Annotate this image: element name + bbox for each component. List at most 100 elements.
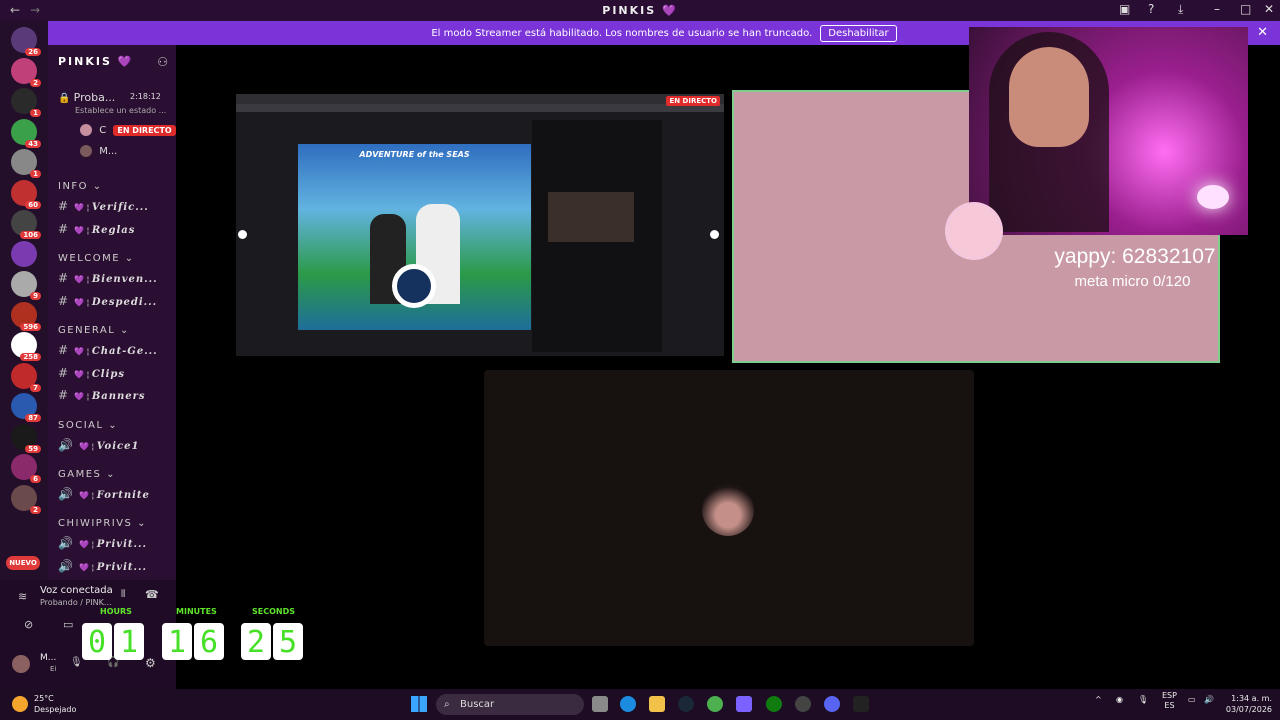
new-badge[interactable]: NUEVO — [6, 556, 40, 570]
user-status: Ei — [50, 665, 57, 673]
screen-share-icon[interactable]: ▭ — [63, 618, 73, 631]
screen-share-stream[interactable]: EN DIRECTO ADVENTURE of the SEAS — [236, 94, 724, 356]
soundboard-icon[interactable]: ⫴ — [121, 589, 125, 600]
channel-item[interactable]: # 💜 ¦ Chat-Ge... — [58, 343, 158, 357]
xbox-icon[interactable] — [766, 696, 782, 712]
edge-icon[interactable] — [620, 696, 636, 712]
heart-icon: 💜 ¦ — [74, 392, 92, 401]
close-window-icon[interactable]: ✕ — [1264, 2, 1274, 16]
channel-item[interactable]: 🔊 💜 ¦ Privit... — [58, 536, 147, 550]
server-icon[interactable]: 26 — [11, 27, 41, 56]
epic-games-icon[interactable] — [853, 696, 869, 712]
category-welcome[interactable]: WELCOME ⌄ — [58, 253, 135, 264]
server-icon[interactable]: 43 — [11, 118, 41, 148]
mention-badge: 6 — [30, 475, 41, 483]
server-icon[interactable]: 87 — [11, 393, 41, 422]
language-indicator[interactable]: ESP ES — [1162, 691, 1177, 711]
obs-icon[interactable] — [795, 696, 811, 712]
channel-item[interactable]: 🔊 💜 ¦ Voice1 — [58, 438, 139, 452]
chevron-down-icon: ⌄ — [103, 420, 119, 431]
disable-streamer-button[interactable]: Deshabilitar — [820, 24, 897, 42]
display-icon[interactable]: ▭ — [1188, 695, 1196, 704]
heart-icon: 💜 ¦ — [74, 369, 92, 379]
category-general[interactable]: GENERAL ⌄ — [58, 325, 130, 336]
weather-sun-icon — [12, 696, 28, 712]
avatar[interactable] — [12, 655, 30, 673]
voice-member-1[interactable]: C EN DIRECTO — [80, 124, 176, 136]
add-member-icon[interactable]: ⚇ — [157, 55, 168, 69]
server-icon[interactable]: 1 — [11, 149, 41, 178]
server-icon[interactable]: 60 — [11, 179, 41, 209]
mention-badge: 87 — [25, 414, 41, 422]
channel-item[interactable]: # 💜 ¦ Reglas — [58, 222, 135, 236]
heart-icon: 💜 ¦ — [78, 540, 97, 549]
category-social[interactable]: SOCIAL ⌄ — [58, 420, 118, 431]
channel-item[interactable]: # 💜 ¦ Banners — [58, 388, 146, 402]
server-icon[interactable]: 1 — [11, 88, 41, 117]
heart-icon: 💜 ¦ — [78, 442, 97, 451]
volume-icon[interactable]: 🔊 — [1204, 695, 1214, 704]
maximize-icon[interactable]: □ — [1240, 2, 1251, 16]
inbox-icon[interactable]: ▣ — [1119, 2, 1130, 16]
voice-status[interactable]: Establece un estado ... — [75, 106, 166, 115]
app-icon[interactable] — [736, 696, 752, 712]
channel-item[interactable]: # 💜 ¦ Despedi... — [58, 294, 157, 308]
server-icon[interactable]: 6 — [11, 454, 41, 483]
server-icon[interactable]: 7 — [11, 362, 41, 392]
discord-icon[interactable] — [824, 696, 840, 712]
server-icon[interactable]: 2 — [11, 484, 41, 514]
server-icon[interactable]: 258 — [11, 332, 41, 361]
mention-badge: 9 — [30, 292, 41, 300]
category-label: WELCOME — [58, 253, 121, 264]
voice-channel[interactable]: 🔒 Proba... 2:18:12 — [58, 91, 161, 104]
weather-widget[interactable]: 25°C Despejado — [34, 693, 76, 715]
channel-item[interactable]: 🔊 💜 ¦ Fortnite — [58, 487, 150, 501]
next-arrow-icon[interactable] — [710, 230, 719, 239]
voice-connected-title[interactable]: Voz conectada — [40, 585, 113, 596]
voice-participant-tile[interactable] — [484, 370, 974, 646]
close-banner-icon[interactable]: ✕ — [1257, 25, 1268, 40]
channel-name: Despedi... — [91, 296, 158, 308]
speaker-icon: 🔊 — [58, 438, 73, 452]
heart-icon: 💜 ¦ — [74, 225, 92, 235]
camera-off-icon[interactable]: ⊘ — [24, 618, 33, 631]
help-icon[interactable]: ? — [1148, 2, 1154, 16]
channel-item[interactable]: # 💜 ¦ Bienven... — [58, 271, 158, 285]
category-label: GENERAL — [58, 325, 116, 336]
server-icon[interactable]: 106 — [11, 210, 41, 239]
hash-icon: # — [58, 199, 69, 213]
file-explorer-icon[interactable] — [649, 696, 665, 712]
server-icon[interactable]: 9 — [11, 271, 41, 300]
voice-channel-name: Proba... — [73, 91, 116, 104]
heart-icon: 💜 ¦ — [74, 347, 92, 356]
server-icon[interactable]: 2 — [11, 57, 41, 87]
microphone-icon[interactable]: 🎙 — [1138, 695, 1148, 704]
channel-item[interactable]: # 💜 ¦ Clips — [58, 366, 125, 380]
taskbar-search[interactable]: ⌕ Buscar — [436, 694, 584, 715]
start-windows-icon[interactable] — [411, 696, 427, 712]
system-clock[interactable]: 1:34 a. m. 03/07/2026 — [1226, 693, 1272, 715]
network-icon[interactable]: ◉ — [1116, 695, 1123, 704]
server-icon[interactable]: 59 — [11, 423, 41, 453]
chevron-up-icon[interactable]: ^ — [1095, 695, 1102, 704]
voice-member-2[interactable]: M... — [80, 145, 117, 157]
chrome-icon[interactable] — [707, 696, 723, 712]
server-icon[interactable]: 596 — [11, 301, 41, 331]
disconnect-icon[interactable]: ☎ — [145, 588, 159, 601]
task-view-icon[interactable] — [592, 696, 608, 712]
category-chiwiprivs[interactable]: CHIWIPRIVS ⌄ — [58, 518, 147, 529]
download-icon[interactable]: ⤓ — [1178, 2, 1183, 17]
channel-item[interactable]: # 💜 ¦ Verific... — [58, 199, 149, 213]
chevron-down-icon: ⌄ — [120, 253, 135, 264]
category-label: INFO — [58, 181, 89, 192]
mention-badge: 59 — [25, 444, 41, 453]
steam-icon[interactable] — [678, 696, 694, 712]
microphone-icon[interactable]: 🎙 — [70, 657, 83, 668]
channel-item[interactable]: 🔊 💜 ¦ Privit... — [58, 559, 147, 573]
minimize-icon[interactable]: – — [1214, 2, 1220, 16]
server-icon[interactable] — [11, 240, 37, 267]
category-games[interactable]: GAMES ⌄ — [58, 469, 116, 480]
category-info[interactable]: INFO ⌄ — [58, 181, 103, 192]
guild-name[interactable]: PINKIS 💜 — [58, 55, 133, 68]
previous-arrow-icon[interactable] — [238, 230, 247, 239]
